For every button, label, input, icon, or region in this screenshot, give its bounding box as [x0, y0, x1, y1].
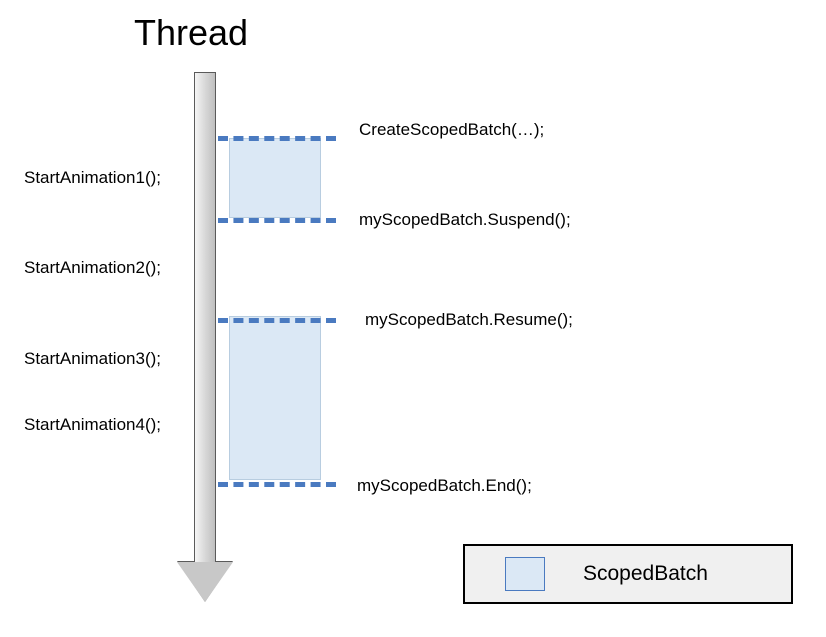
code-call-label: StartAnimation2();: [24, 258, 161, 278]
batch-method-label: CreateScopedBatch(…);: [359, 120, 544, 140]
batch-boundary-line: [218, 136, 336, 141]
legend-box: ScopedBatch: [463, 544, 793, 604]
arrow-head-icon: [177, 562, 233, 602]
arrow-shaft: [194, 72, 216, 562]
legend-swatch-icon: [505, 557, 545, 591]
thread-timeline-arrow: [194, 72, 216, 562]
code-call-label: StartAnimation4();: [24, 415, 161, 435]
scoped-batch-region-1: [229, 138, 321, 218]
batch-method-label: myScopedBatch.Suspend();: [359, 210, 571, 230]
code-call-label: StartAnimation3();: [24, 349, 161, 369]
batch-boundary-line: [218, 482, 336, 487]
batch-method-label: myScopedBatch.End();: [357, 476, 532, 496]
code-call-label: StartAnimation1();: [24, 168, 161, 188]
scoped-batch-region-2: [229, 316, 321, 480]
batch-boundary-line: [218, 318, 336, 323]
batch-method-label: myScopedBatch.Resume();: [365, 310, 573, 330]
legend-label: ScopedBatch: [583, 562, 708, 586]
batch-boundary-line: [218, 218, 336, 223]
diagram-title: Thread: [134, 12, 248, 54]
